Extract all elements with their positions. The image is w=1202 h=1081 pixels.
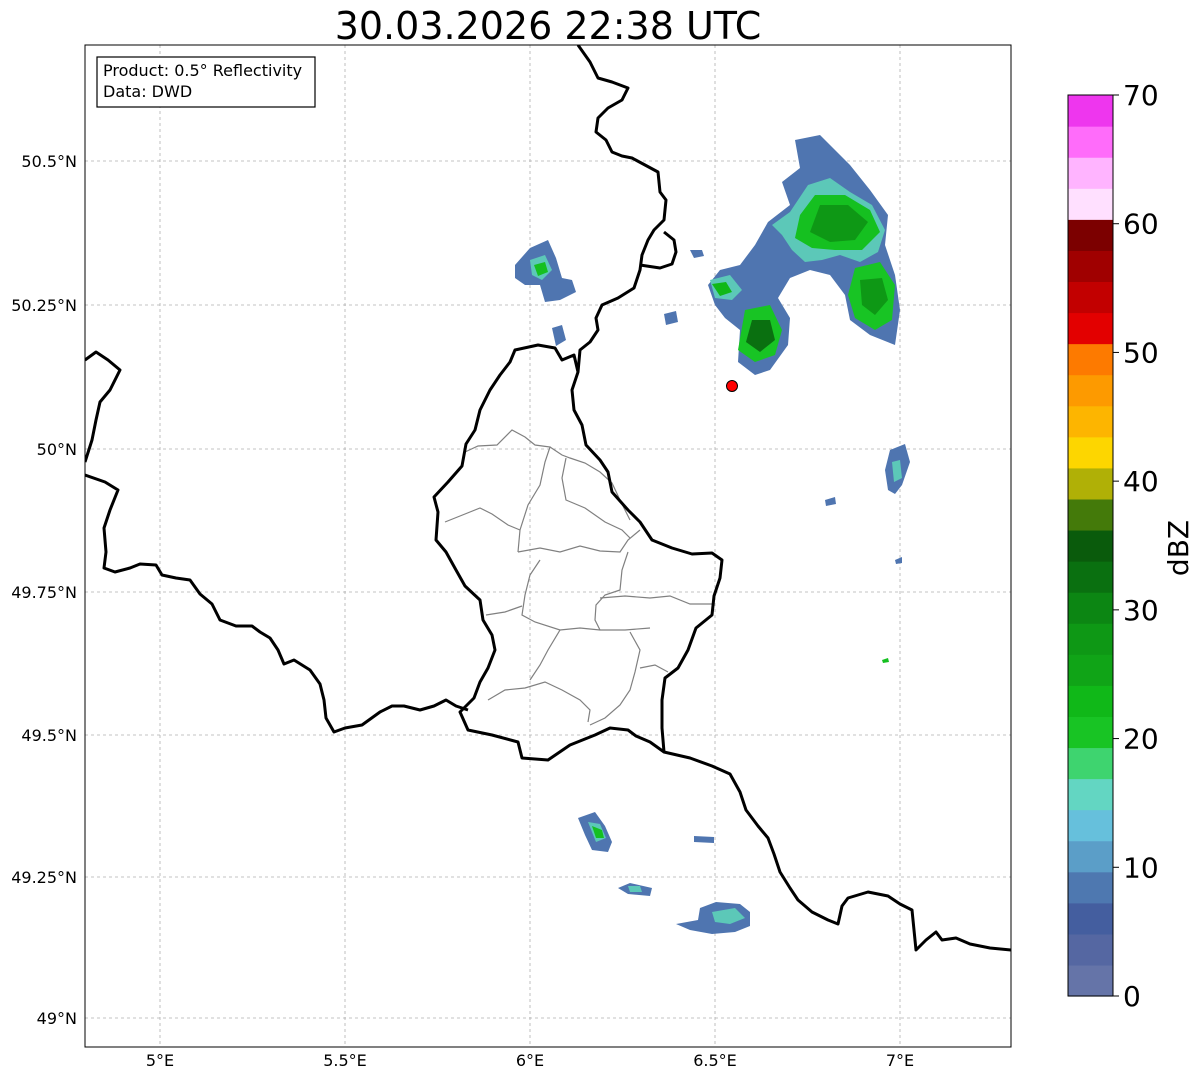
info-source: Data: DWD	[103, 82, 192, 101]
colorbar-swatch	[1068, 592, 1113, 624]
colorbar-swatch	[1068, 840, 1113, 873]
lat-label-49-5n: 49.5°N	[21, 726, 77, 745]
lat-label-50n: 50°N	[37, 440, 77, 459]
colorbar-tick-label: 40	[1123, 465, 1159, 498]
info-box: Product: 0.5° Reflectivity Data: DWD	[96, 56, 316, 108]
colorbar-swatch	[1068, 623, 1113, 655]
radar-site-marker[interactable]	[726, 380, 738, 392]
colorbar-swatch	[1068, 747, 1113, 780]
lon-label-6-5e: 6.5°E	[693, 1051, 737, 1070]
colorbar-tick-label: 60	[1123, 208, 1159, 241]
info-product: Product: 0.5° Reflectivity	[103, 61, 302, 80]
colorbar-swatch	[1068, 343, 1113, 376]
colorbar-swatch	[1068, 157, 1113, 189]
colorbar-swatch	[1068, 219, 1113, 251]
colorbar-swatch	[1068, 467, 1113, 500]
lon-label-7e: 7°E	[886, 1051, 914, 1070]
colorbar-swatch	[1068, 685, 1113, 717]
colorbar-swatch	[1068, 902, 1113, 935]
colorbar-swatch	[1068, 654, 1113, 686]
lon-label-5-5e: 5.5°E	[323, 1051, 367, 1070]
colorbar-swatch	[1068, 778, 1113, 811]
colorbar-swatch	[1068, 964, 1113, 997]
colorbar-tick-label: 10	[1123, 851, 1159, 884]
colorbar-swatch	[1068, 188, 1113, 220]
colorbar-swatch	[1068, 374, 1113, 407]
lat-tick-labels: 50.5°N 50.25°N 50°N 49.75°N 49.5°N 49.25…	[11, 152, 77, 1028]
colorbar-swatch	[1068, 312, 1113, 345]
colorbar-ticks: 0 10 20 30 40 50 60 70	[1113, 79, 1159, 1013]
lon-tick-labels: 5°E 5.5°E 6°E 6.5°E 7°E	[146, 1051, 914, 1070]
colorbar-swatch	[1068, 281, 1113, 314]
colorbar-tick-label: 70	[1123, 79, 1159, 112]
colorbar-swatch	[1068, 529, 1113, 562]
colorbar-swatch	[1068, 871, 1113, 904]
colorbar-tick-label: 20	[1123, 723, 1159, 756]
colorbar-tick-label: 0	[1123, 980, 1141, 1013]
colorbar-swatch	[1068, 498, 1113, 531]
colorbar: 0 10 20 30 40 50 60 70 dBZ	[1067, 79, 1195, 1013]
lon-label-6e: 6°E	[516, 1051, 544, 1070]
colorbar-swatch	[1068, 561, 1113, 593]
colorbar-tick-label: 50	[1123, 336, 1159, 369]
colorbar-swatch	[1068, 436, 1113, 469]
lat-label-50-5n: 50.5°N	[21, 152, 77, 171]
colorbar-swatch	[1068, 95, 1113, 127]
radar-map: Product: 0.5° Reflectivity Data: DWD 5°E…	[11, 44, 1195, 1070]
colorbar-swatch	[1068, 405, 1113, 438]
lat-label-49-75n: 49.75°N	[11, 583, 77, 602]
lat-label-49n: 49°N	[37, 1009, 77, 1028]
colorbar-swatch	[1068, 933, 1113, 966]
colorbar-swatches	[1068, 95, 1113, 997]
colorbar-tick-label: 30	[1123, 594, 1159, 627]
colorbar-swatch	[1068, 809, 1113, 842]
colorbar-label: dBZ	[1162, 520, 1195, 576]
colorbar-swatch	[1068, 716, 1113, 749]
lat-label-49-25n: 49.25°N	[11, 868, 77, 887]
lat-label-50-25n: 50.25°N	[11, 296, 77, 315]
colorbar-swatch	[1068, 250, 1113, 283]
colorbar-swatch	[1068, 126, 1113, 158]
lon-label-5e: 5°E	[146, 1051, 174, 1070]
